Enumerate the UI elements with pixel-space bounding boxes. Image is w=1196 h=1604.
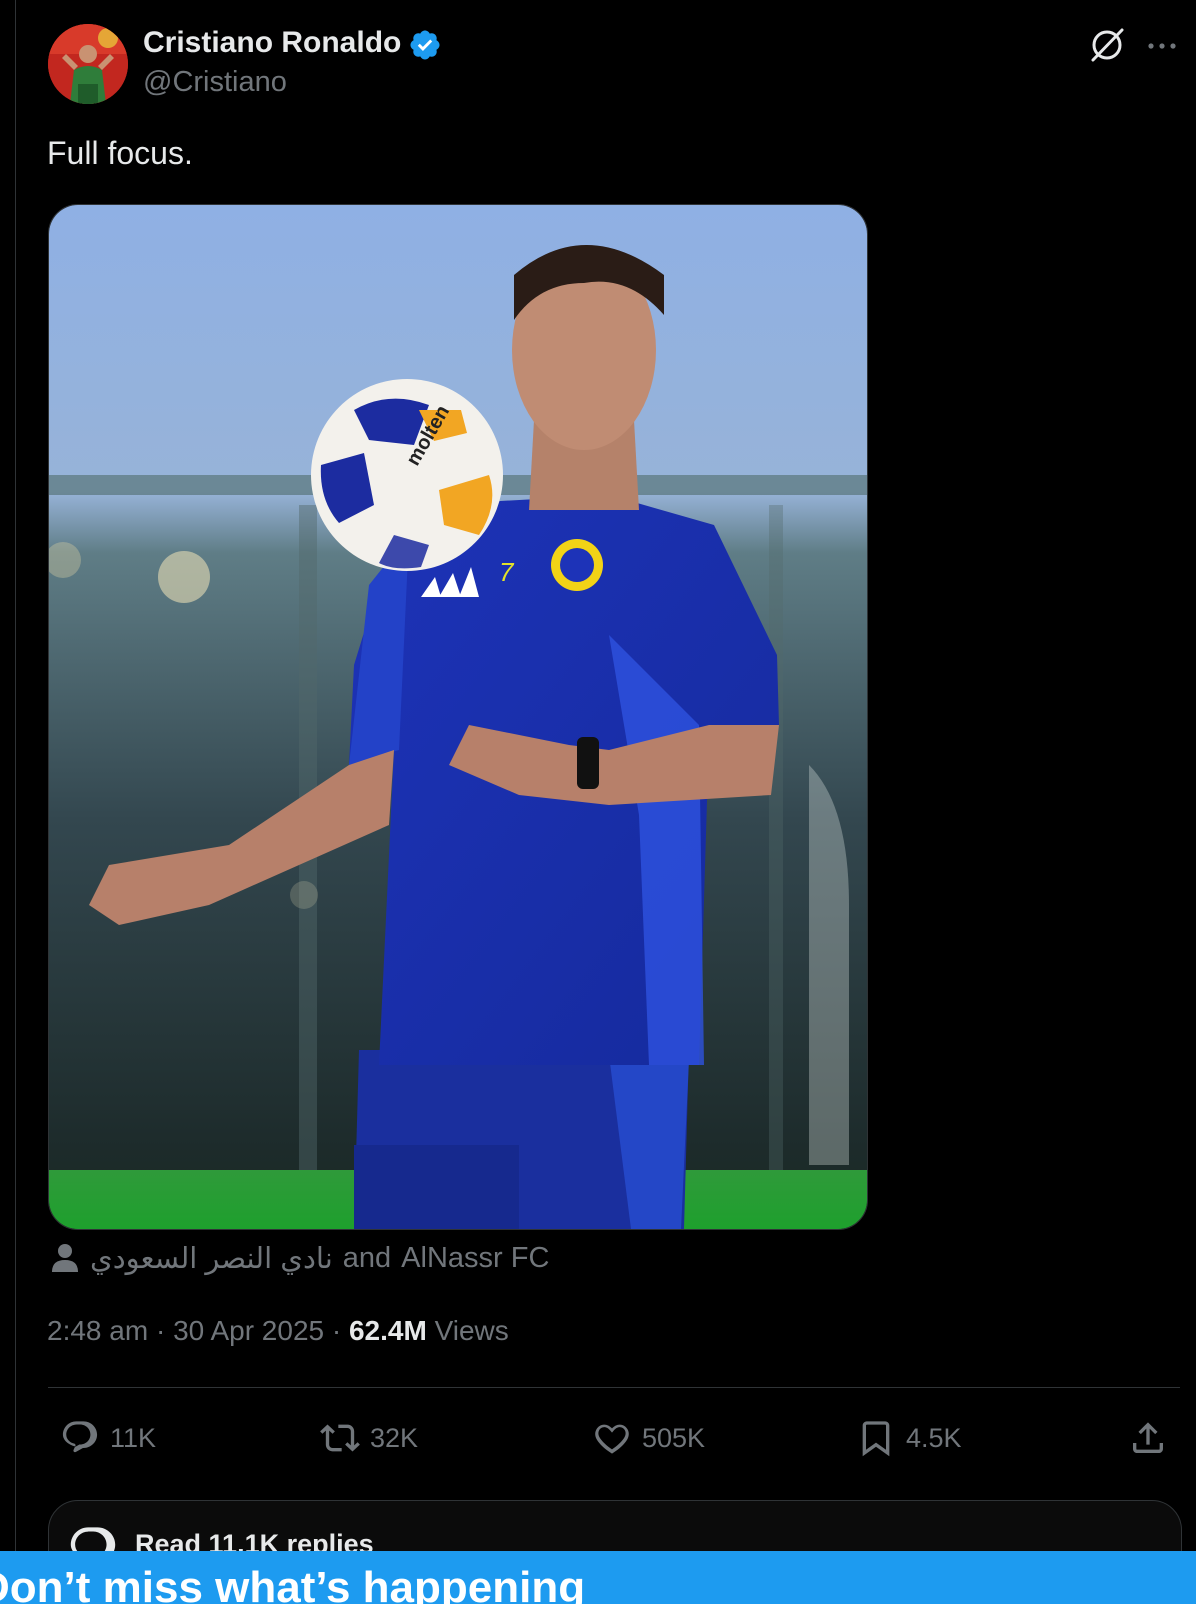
shirt-number: 7 [499, 557, 515, 587]
views-count: 62.4M [348, 1315, 427, 1346]
tweet-time[interactable]: 2:48 am [47, 1315, 148, 1346]
tweet-text: Full focus. [47, 135, 193, 171]
like-button[interactable]: 505K [592, 1410, 705, 1466]
like-count: 505K [642, 1422, 706, 1453]
tag-second-name[interactable]: AlNassr FC [401, 1242, 549, 1275]
person-icon [52, 1244, 78, 1272]
bookmark-button[interactable]: 4.5K [856, 1410, 962, 1466]
column-border [15, 0, 16, 1604]
avatar[interactable] [48, 24, 128, 104]
reply-count: 11K [110, 1422, 157, 1453]
tag-joiner: and [342, 1241, 392, 1274]
banner-title: Don’t miss what’s happening [0, 1563, 586, 1604]
retweet-count: 32K [370, 1422, 419, 1453]
share-button[interactable] [1128, 1410, 1168, 1466]
tweet-meta: 2:48 am · 30 Apr 2025 · 62.4M Views [47, 1315, 509, 1347]
retweet-icon [320, 1424, 360, 1452]
tag-arabic-name[interactable]: نادي النصر السعودي [90, 1241, 333, 1276]
meta-separator: · [331, 1315, 342, 1346]
verified-badge-icon [410, 30, 440, 60]
bookmark-count: 4.5K [906, 1422, 962, 1453]
author-handle[interactable]: @Cristiano [143, 66, 287, 99]
author-name[interactable]: Cristiano Ronaldo [143, 26, 401, 60]
reply-icon [62, 1421, 98, 1453]
bookmark-icon [862, 1421, 890, 1457]
tagged-people[interactable]: نادي النصر السعودي and AlNassr FC [50, 1238, 549, 1278]
tweet-image[interactable]: 7 molten [48, 204, 868, 1230]
divider [48, 1387, 1180, 1388]
action-bar: 11K 32K 505K 4.5K [48, 1410, 1180, 1466]
share-icon [1133, 1422, 1163, 1453]
more-icon[interactable] [1144, 28, 1180, 64]
tweet-date[interactable]: 30 Apr 2025 [173, 1315, 324, 1346]
heart-icon [595, 1424, 629, 1454]
reply-button[interactable]: 11K [60, 1410, 156, 1466]
grok-icon[interactable] [1088, 26, 1126, 64]
meta-separator: · [155, 1315, 166, 1346]
views-label: Views [434, 1315, 509, 1346]
signup-banner: Don’t miss what’s happening [0, 1551, 1196, 1604]
retweet-button[interactable]: 32K [320, 1410, 418, 1466]
